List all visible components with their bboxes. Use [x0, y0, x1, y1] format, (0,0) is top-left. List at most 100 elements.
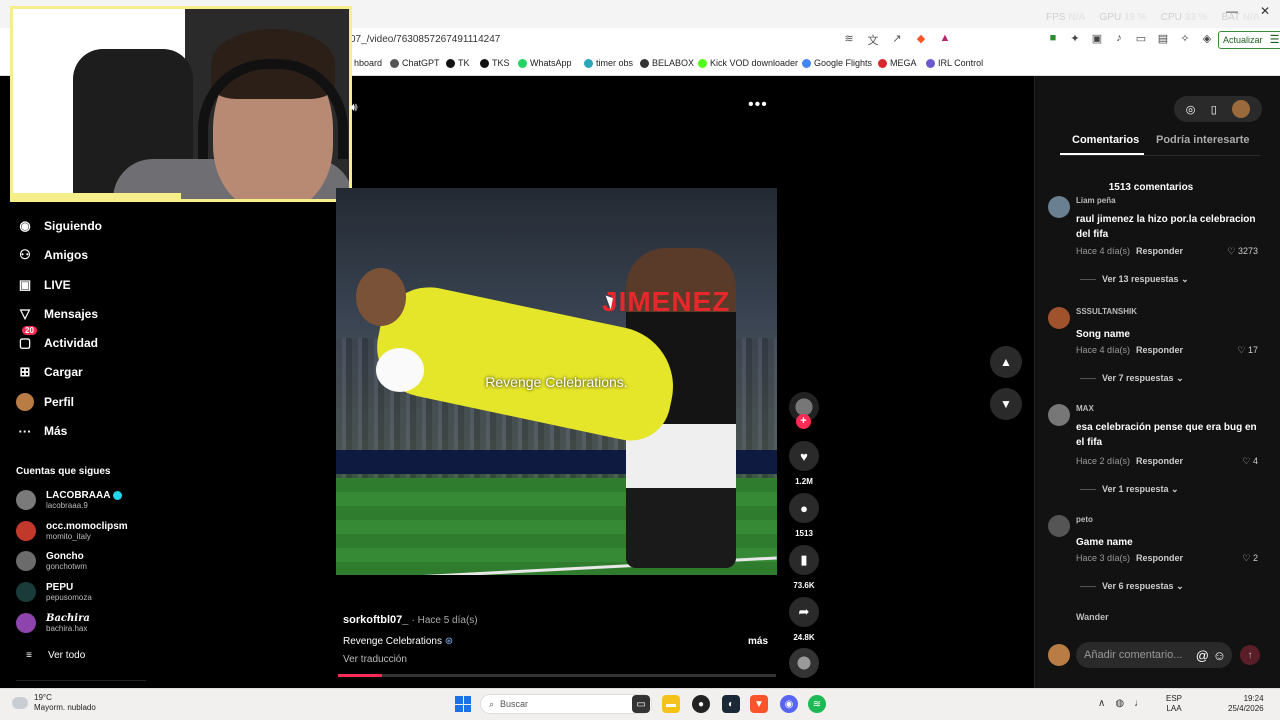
avatar[interactable]: [1048, 515, 1070, 537]
mic-icon[interactable]: ♩: [1134, 698, 1144, 709]
reader-icon[interactable]: ≋: [842, 32, 856, 48]
tab-interest[interactable]: Podría interesarte: [1156, 134, 1250, 146]
comment-username[interactable]: SSSULTANSHIK: [1076, 307, 1137, 316]
comment-like-button[interactable]: ♡ 17: [1237, 345, 1258, 356]
avatar[interactable]: [1048, 404, 1070, 426]
comment-username[interactable]: Liam peña: [1076, 196, 1116, 205]
windows-start-icon[interactable]: [455, 696, 471, 712]
bookmark-item[interactable]: Kick VOD downloader: [698, 58, 798, 68]
avatar[interactable]: [1048, 307, 1070, 329]
sidebar-item-perfil[interactable]: Perfil: [16, 393, 74, 411]
followed-account[interactable]: PEPU pepusomoza: [16, 582, 92, 602]
spotify-icon[interactable]: ≋: [808, 695, 826, 713]
vpn-icon[interactable]: ◈: [1200, 32, 1214, 45]
network-icon[interactable]: ◍: [1115, 698, 1124, 709]
video-player[interactable]: JIMENEZ Revenge Celebrations.: [336, 188, 777, 575]
share-button[interactable]: ➦: [789, 597, 819, 627]
bookmark-item[interactable]: BELABOX: [640, 58, 694, 68]
leo-icon[interactable]: ✧: [1178, 32, 1192, 45]
bookmark-item[interactable]: WhatsApp: [518, 58, 572, 68]
comment-input[interactable]: [1082, 648, 1192, 662]
puzzle-icon[interactable]: ✦: [1068, 32, 1082, 45]
bookmark-item[interactable]: IRL Control: [926, 58, 983, 68]
see-all-link[interactable]: ≡ Ver todo: [20, 646, 85, 664]
view-replies-button[interactable]: Ver 6 respuestas ⌄: [1080, 581, 1184, 592]
task-view-icon[interactable]: ▭: [632, 695, 650, 713]
close-icon[interactable]: ✕: [1260, 4, 1270, 18]
followed-account[interactable]: occ.momoclipsm momito_italy: [16, 521, 128, 541]
extension-icon[interactable]: ■: [1046, 32, 1060, 45]
more-options-icon[interactable]: •••: [748, 96, 768, 114]
weather-widget[interactable]: 19°C Mayorm. nublado: [12, 693, 96, 713]
tab-comments[interactable]: Comentarios: [1072, 134, 1139, 146]
mention-icon[interactable]: @: [1196, 648, 1209, 663]
language-indicator[interactable]: ESP LAA: [1166, 694, 1182, 714]
rewards-icon[interactable]: ▲: [938, 32, 952, 48]
video-progress-bar[interactable]: [338, 674, 776, 677]
sidebar-item-live[interactable]: ▣ LIVE: [16, 276, 71, 294]
discord-icon[interactable]: ◉: [780, 695, 798, 713]
more-link[interactable]: más: [748, 636, 768, 647]
wallet-icon[interactable]: ▤: [1156, 32, 1170, 45]
view-replies-button[interactable]: Ver 1 respuesta ⌄: [1080, 484, 1179, 495]
comment-like-button[interactable]: ♡ 3273: [1227, 246, 1258, 257]
sidebar-item-más[interactable]: ··· Más: [16, 422, 68, 440]
bookmark-item[interactable]: TKS: [480, 58, 510, 68]
followed-account[interactable]: Bachira bachira.hax: [16, 613, 90, 633]
window-icon[interactable]: ▣: [1090, 32, 1104, 45]
taskbar-search[interactable]: ⌕ Buscar: [480, 694, 652, 714]
video-author[interactable]: sorkoftbl07_ · Hace 5 día(s): [343, 614, 478, 626]
brave-icon[interactable]: ▼: [750, 695, 768, 713]
like-button[interactable]: ♥: [789, 441, 819, 471]
obs-icon[interactable]: ●: [692, 695, 710, 713]
reply-button[interactable]: Responder: [1136, 246, 1183, 256]
chevron-up-icon[interactable]: ∧: [1098, 698, 1105, 709]
share-icon[interactable]: ↗: [890, 32, 904, 48]
phone-icon[interactable]: ▯: [1211, 103, 1217, 116]
sidebar-item-amigos[interactable]: ⚇ Amigos: [16, 246, 88, 264]
comment-like-button[interactable]: ♡ 2: [1242, 553, 1258, 564]
bookmark-item[interactable]: MEGA: [878, 58, 917, 68]
steam-icon[interactable]: ◐: [722, 695, 740, 713]
followed-account[interactable]: Goncho gonchotwm: [16, 551, 87, 571]
bookmark-item[interactable]: timer obs: [584, 58, 633, 68]
sidebar-item-actividad[interactable]: ▢ 20 Actividad: [16, 326, 98, 352]
view-replies-button[interactable]: Ver 7 respuestas ⌄: [1080, 373, 1184, 384]
reply-button[interactable]: Responder: [1136, 345, 1183, 355]
taskbar-clock[interactable]: 19:24 25/4/2026: [1228, 694, 1264, 714]
next-comment-user[interactable]: Wander: [1076, 612, 1109, 622]
brave-shield-icon[interactable]: ◆: [914, 32, 928, 48]
volume-icon[interactable]: 🔊︎: [350, 100, 358, 115]
save-button[interactable]: ▮: [789, 545, 819, 575]
avatar[interactable]: [1048, 196, 1070, 218]
file-explorer-icon[interactable]: ▬: [662, 695, 680, 713]
comment-like-button[interactable]: ♡ 4: [1242, 456, 1258, 467]
follow-plus-icon[interactable]: +: [796, 414, 811, 429]
sound-disc-icon[interactable]: [789, 648, 819, 678]
emoji-icon[interactable]: ☺: [1213, 648, 1226, 663]
reply-button[interactable]: Responder: [1136, 553, 1183, 563]
comment-input-box[interactable]: @ ☺: [1076, 642, 1232, 668]
bookmark-item[interactable]: Google Flights: [802, 58, 872, 68]
compass-icon[interactable]: ◎: [1186, 103, 1196, 116]
view-replies-button[interactable]: Ver 13 respuestas ⌄: [1080, 274, 1189, 285]
bookmark-item[interactable]: TK: [446, 58, 470, 68]
comment-username[interactable]: peto: [1076, 515, 1093, 524]
sidebar-icon[interactable]: ▭: [1134, 32, 1148, 45]
reply-button[interactable]: Responder: [1136, 456, 1183, 466]
previous-video-button[interactable]: ▲: [990, 346, 1022, 378]
update-button[interactable]: Actualizar ☰: [1218, 31, 1280, 49]
translate-link[interactable]: Ver traducción: [343, 654, 407, 665]
user-avatar[interactable]: [1232, 100, 1251, 118]
sidebar-item-mensajes[interactable]: ▽ Mensajes: [16, 305, 98, 323]
bookmark-item[interactable]: ChatGPT: [390, 58, 440, 68]
url-text[interactable]: 07_/video/7630857267491114247: [350, 34, 500, 45]
sidebar-item-cargar[interactable]: ⊞ Cargar: [16, 363, 83, 381]
translate-icon[interactable]: 文: [866, 32, 880, 48]
followed-account[interactable]: LACOBRAAA lacobraaa.9: [16, 490, 123, 510]
next-video-button[interactable]: ▼: [990, 388, 1022, 420]
sidebar-item-siguiendo[interactable]: ◉ Siguiendo: [16, 217, 102, 235]
minimize-icon[interactable]: —: [1226, 4, 1238, 18]
comment-username[interactable]: MAX: [1076, 404, 1094, 413]
send-button[interactable]: ↑: [1240, 645, 1260, 665]
